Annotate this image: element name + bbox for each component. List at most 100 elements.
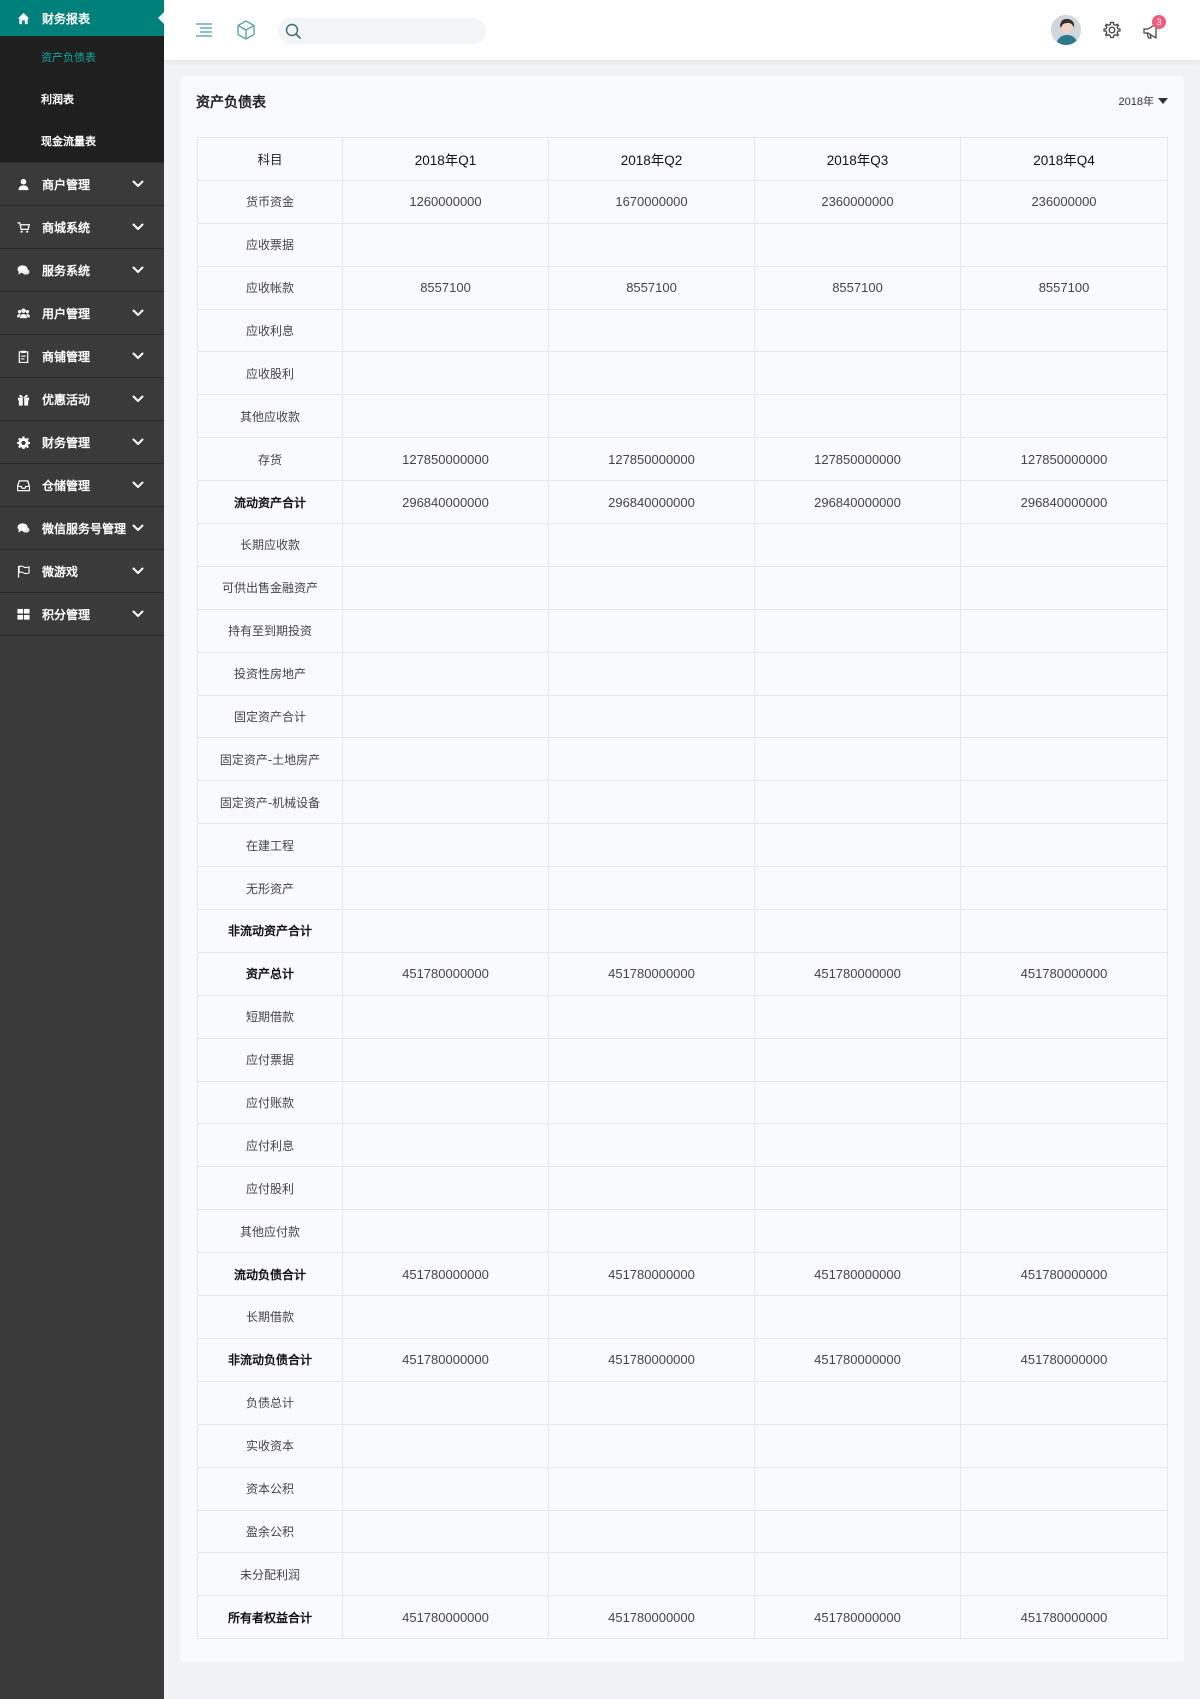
chevron-down-icon[interactable] [132,481,144,489]
page-title: 资产负债表 [196,95,266,111]
table-row: 存货 127850000000 127850000000 127850000000 12… [197,437,1168,482]
chevron-down-icon[interactable] [132,223,144,231]
value-cell: 296840000000 [960,480,1168,525]
sidebar-group-4: 用户管理 [0,292,164,335]
sidebar-group-6: 优惠活动 [0,378,164,421]
settings-gear-icon[interactable] [1102,20,1122,40]
chevron-down-icon[interactable] [132,352,144,360]
sidebar-item-group-2[interactable]: 商城系统 [0,206,164,248]
column-header: 2018年Q4 [960,137,1168,181]
value-cell [342,565,549,610]
search-input[interactable] [308,18,478,44]
chevron-down-icon[interactable] [132,309,144,317]
users-icon [16,306,30,320]
column-header: 2018年Q3 [754,137,961,181]
chevron-down-icon[interactable] [132,610,144,618]
column-header: 科目 [197,137,343,181]
value-cell: 8557100 [548,265,755,310]
sidebar-item-group-1[interactable]: 商户管理 [0,163,164,205]
value-cell [960,737,1168,782]
cube-icon[interactable] [235,19,257,41]
search-box[interactable] [278,18,486,44]
avatar[interactable] [1051,15,1081,45]
sidebar-item-group-5[interactable]: 商铺管理 [0,335,164,377]
value-cell [754,351,961,396]
chevron-down-icon[interactable] [132,180,144,188]
value-cell: 236000000 [960,179,1168,224]
value-cell [342,994,549,1039]
value-cell: 127850000000 [342,437,549,482]
search-icon[interactable] [284,22,302,40]
sidebar-item-group-7[interactable]: 财务管理 [0,421,164,463]
value-cell [754,1380,961,1425]
sidebar-item-group-3[interactable]: 服务系统 [0,249,164,291]
value-cell [754,222,961,267]
submenu-item[interactable]: 资产负债表 [0,36,164,78]
sidebar: 财务报表 资产负债表 利润表 现金流量表 商户管理 商城系统 服务系统用户管理商铺管理 优惠活… [0,0,164,1699]
table-row: 应收股利 [197,351,1168,396]
sidebar-item-group-11[interactable]: 积分管理 [0,593,164,635]
table-row: 长期借款 [197,1295,1168,1339]
row-label: 流动资产合计 [197,480,343,525]
chevron-down-icon[interactable] [132,567,144,575]
row-label: 应收帐款 [197,265,343,310]
sidebar-item-group-8[interactable]: 仓储管理 [0,464,164,506]
row-label: 货币资金 [197,179,343,224]
row-label: 资本公积 [197,1466,343,1511]
value-cell [342,1509,549,1554]
table-row: 资本公积 [197,1466,1168,1511]
chevron-down-icon[interactable] [132,524,144,532]
value-cell [548,1080,755,1125]
value-cell: 8557100 [960,265,1168,310]
chevron-down-icon[interactable] [132,438,144,446]
inbox-icon [16,478,30,492]
row-label: 长期应收款 [197,523,343,567]
table-row: 应收利息 [197,308,1168,353]
table-row: 流动负债合计 451780000000 451780000000 4517800000… [197,1252,1168,1297]
value-cell [548,1295,755,1339]
sidebar-item-group-6[interactable]: 优惠活动 [0,378,164,420]
value-cell [548,1423,755,1468]
chevron-down-icon[interactable] [132,266,144,274]
value-cell: 451780000000 [754,1595,961,1640]
sidebar-item-group-10[interactable]: 微游戏 [0,550,164,592]
row-label: 固定资产-机械设备 [197,780,343,825]
value-cell [342,1209,549,1254]
sidebar-group-10: 微游戏 [0,550,164,593]
row-label: 资产总计 [197,951,343,996]
value-cell: 451780000000 [342,951,549,996]
sidebar-item-group-4[interactable]: 用户管理 [0,292,164,334]
value-cell [960,651,1168,696]
row-label: 固定资产-土地房产 [197,737,343,782]
table-header-row: 科目 2018年Q1 2018年Q2 2018年Q3 2018年Q4 [197,137,1168,181]
value-cell [342,1080,549,1125]
row-label: 应付票据 [197,1037,343,1082]
sidebar-item-label: 积分管理 [42,607,91,622]
cart-icon [16,220,30,234]
value-cell [548,394,755,439]
value-cell [960,823,1168,868]
sidebar-item-group-9[interactable]: 微信服务号管理 [0,507,164,549]
sidebar-item-group-0[interactable]: 财务报表 [0,0,164,36]
row-label: 实收资本 [197,1423,343,1468]
submenu-item[interactable]: 利润表 [0,78,164,120]
hamburger-menu-icon[interactable] [194,20,214,40]
value-cell [754,780,961,825]
chat-icon [16,263,30,277]
value-cell [342,780,549,825]
value-cell: 451780000000 [342,1252,549,1297]
value-cell [548,909,755,953]
value-cell [960,1123,1168,1168]
value-cell [342,523,549,567]
value-cell: 451780000000 [548,1337,755,1382]
value-cell [754,909,961,953]
row-label: 在建工程 [197,823,343,868]
year-dropdown[interactable]: 2018年 [1119,93,1168,109]
submenu-item[interactable]: 现金流量表 [0,120,164,162]
row-label: 流动负债合计 [197,1252,343,1297]
table-row: 非流动负债合计 451780000000 451780000000 451780000… [197,1337,1168,1382]
value-cell [548,351,755,396]
chevron-down-icon[interactable] [132,395,144,403]
top-header: 3 [164,0,1200,60]
sidebar-item-label: 用户管理 [42,306,91,321]
